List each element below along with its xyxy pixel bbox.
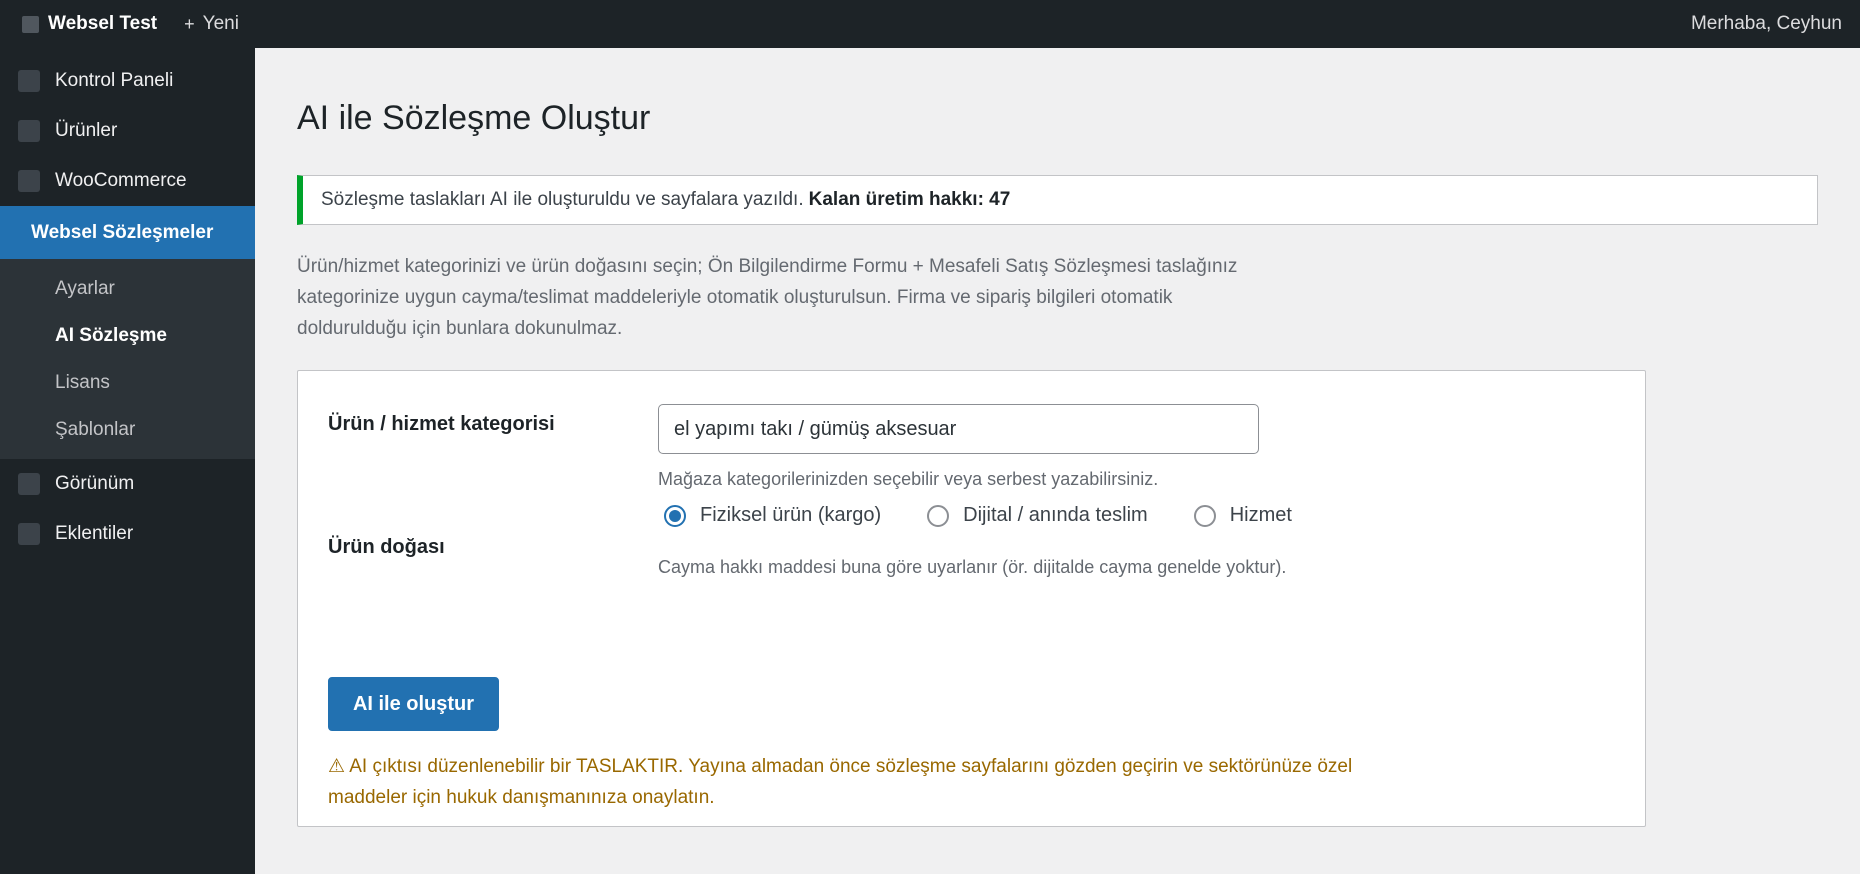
submenu-item-settings[interactable]: Ayarlar	[0, 265, 255, 312]
sidebar-item-appearance[interactable]: Görünüm	[0, 459, 255, 509]
notice-text: Sözleşme taslakları AI ile oluşturuldu v…	[321, 189, 804, 210]
sidebar-item-label: Kontrol Paneli	[55, 70, 174, 91]
admin-bar: Websel Test + Yeni Merhaba, Ceyhun	[0, 0, 1860, 48]
sidebar-submenu: Ayarlar AI Sözleşme Lisans Şablonlar	[0, 259, 255, 459]
appearance-icon	[18, 473, 40, 495]
success-notice: Sözleşme taslakları AI ile oluşturuldu v…	[297, 175, 1818, 225]
radio-label: Dijital / anında teslim	[963, 504, 1148, 526]
radio-button-checked[interactable]	[664, 504, 686, 527]
submenu-item-ai-contract[interactable]: AI Sözleşme	[0, 312, 255, 359]
site-icon	[22, 15, 39, 33]
products-icon	[18, 120, 40, 142]
radio-service[interactable]: Hizmet	[1193, 504, 1292, 527]
sidebar-item-label: Görünüm	[55, 473, 135, 494]
nature-help: Cayma hakkı maddesi buna göre uyarlanır …	[658, 557, 1287, 577]
submenu-item-templates[interactable]: Şablonlar	[0, 406, 255, 453]
nature-radio-group: Fiziksel ürün (kargo) Dijital / anında t…	[664, 504, 1338, 527]
user-greeting[interactable]: Merhaba, Ceyhun	[1691, 0, 1842, 48]
nature-label: Ürün doğası	[328, 536, 445, 558]
site-name: Websel Test	[48, 13, 158, 34]
sidebar-item-label: Websel Sözleşmeler	[31, 221, 214, 243]
sidebar-item-dashboard[interactable]: Kontrol Paneli	[0, 56, 255, 106]
category-label: Ürün / hizmet kategorisi	[328, 413, 555, 435]
category-help: Mağaza kategorilerinizden seçebilir veya…	[658, 469, 1159, 489]
new-content-link[interactable]: + Yeni	[184, 13, 239, 35]
sidebar-item-products[interactable]: Ürünler	[0, 106, 255, 156]
plugins-icon	[18, 523, 40, 545]
sidebar-item-label: Eklentiler	[55, 523, 134, 544]
radio-label: Fiziksel ürün (kargo)	[700, 504, 882, 526]
submenu-item-license[interactable]: Lisans	[0, 359, 255, 406]
generate-button[interactable]: AI ile oluştur	[328, 677, 499, 731]
draft-warning: ⚠ AI çıktısı düzenlenebilir bir TASLAKTI…	[328, 756, 1353, 808]
notice-remaining-quota: Kalan üretim hakkı: 47	[808, 189, 1011, 210]
sidebar: Kontrol Paneli Ürünler WooCommerce Webse…	[0, 48, 255, 874]
new-label: Yeni	[202, 13, 239, 34]
category-input[interactable]	[658, 404, 1259, 454]
sidebar-item-websel-contracts[interactable]: Websel Sözleşmeler	[0, 206, 255, 259]
woocommerce-icon	[18, 170, 40, 192]
page-title: AI ile Sözleşme Oluştur	[297, 99, 651, 137]
plus-icon: +	[184, 13, 195, 34]
radio-button[interactable]	[927, 504, 950, 527]
sidebar-item-label: WooCommerce	[55, 170, 187, 191]
intro-text: Ürün/hizmet kategorinizi ve ürün doğasın…	[297, 256, 1238, 339]
dashboard-icon	[18, 70, 40, 92]
sidebar-item-woocommerce[interactable]: WooCommerce	[0, 156, 255, 206]
contract-form-card: Ürün / hizmet kategorisi Mağaza kategori…	[297, 370, 1646, 827]
site-name-link[interactable]: Websel Test	[22, 0, 157, 48]
sidebar-item-label: Ürünler	[55, 120, 118, 141]
radio-button[interactable]	[1193, 504, 1216, 527]
sidebar-item-plugins[interactable]: Eklentiler	[0, 509, 255, 559]
radio-physical[interactable]: Fiziksel ürün (kargo)	[664, 504, 881, 527]
radio-label: Hizmet	[1229, 504, 1292, 526]
radio-digital[interactable]: Dijital / anında teslim	[927, 504, 1148, 527]
